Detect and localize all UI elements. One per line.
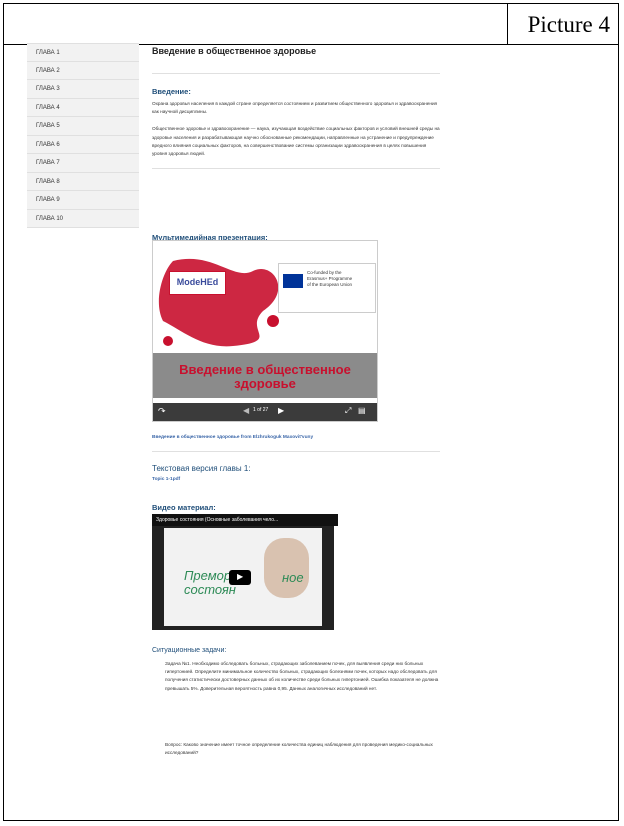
slide-caption-bar: Введение в общественное здоровье [153,353,377,398]
eu-funding-box: Co-funded by the Erasmus+ Programme of t… [278,263,376,313]
video-player[interactable]: Здоровье состояния (Основные заболевания… [152,514,338,630]
woman-image [264,538,309,598]
video-title: Здоровье состояния (Основные заболевания… [152,514,338,526]
sidebar-item-chapter-4[interactable]: ГЛАВА 4 [27,98,139,117]
sidebar-item-chapter-10[interactable]: ГЛАВА 10 [27,209,139,228]
chapter-sidebar: ГЛАВА 1 ГЛАВА 2 ГЛАВА 3 ГЛАВА 4 ГЛАВА 5 … [27,43,139,228]
next-icon[interactable]: ▶ [278,406,284,415]
slide-caption-line-1: Введение в общественное [179,362,351,377]
slide-counter: 1 of 27 [253,407,269,413]
picture-label: Picture 4 [527,12,610,37]
eu-flag-icon [283,274,303,288]
share-icon[interactable]: ↷ [158,406,166,417]
main-content: Введение в общественное здоровье Введени… [152,46,440,755]
eu-text: Co-funded by the Erasmus+ Programme of t… [307,270,352,288]
sidebar-item-chapter-3[interactable]: ГЛАВА 3 [27,80,139,99]
sidebar-item-chapter-1[interactable]: ГЛАВА 1 [27,43,139,62]
overlay-text-1: Премор [184,568,232,583]
sidebar-item-chapter-7[interactable]: ГЛАВА 7 [27,154,139,173]
divider [152,451,440,452]
header-divider [507,4,508,44]
prev-icon[interactable]: ◀ [243,406,249,415]
text-version-link[interactable]: Topic 1-1pdf [152,477,180,482]
video-heading: Видео материал: [152,503,216,512]
intro-paragraph-2: Общественное здоровье и здравоохранение … [152,126,440,157]
overlay-text-2: состоян [184,582,236,597]
sidebar-item-chapter-6[interactable]: ГЛАВА 6 [27,135,139,154]
page-title: Введение в общественное здоровье [152,46,317,56]
task-paragraph-1: Задача №1. Необходимо обследовать больны… [165,661,439,691]
header-row: Picture 4 [4,4,618,45]
sidebar-item-chapter-8[interactable]: ГЛАВА 8 [27,172,139,191]
eu-text-line-3: of the European Union [307,282,353,287]
slide-controls: ↷ ◀ 1 of 27 ▶ ⤢ ▤ [153,403,377,421]
overlay-text-3: ное [282,570,304,585]
menu-icon[interactable]: ▤ [358,406,366,415]
slide-source-link[interactable]: Введение в общественное здоровье from El… [152,435,313,440]
divider [152,168,440,170]
intro-paragraph-1: Охрана здоровья населения в каждой стран… [152,101,438,115]
slide-caption: Введение в общественное здоровье [153,363,377,391]
task-paragraph-2: Вопрос: Каково значение имеет точное опр… [165,742,433,756]
play-button[interactable]: ▶ [229,570,251,585]
modehed-logo: ModeHEd [169,271,226,295]
divider [152,73,440,74]
sidebar-item-chapter-2[interactable]: ГЛАВА 2 [27,61,139,80]
text-version-heading: Текстовая версия главы 1: [152,464,251,473]
play-icon: ▶ [237,572,244,581]
slide-top-area: ModeHEd Co-funded by the Erasmus+ Progra… [153,241,377,351]
situational-heading: Ситуационные задачи: [152,647,227,654]
video-thumbnail: Премор состоян ное ▶ [164,528,322,626]
intro-heading: Введение: [152,87,191,96]
sidebar-item-chapter-9[interactable]: ГЛАВА 9 [27,191,139,210]
slide-caption-line-2: здоровье [234,376,296,391]
sidebar-item-chapter-5[interactable]: ГЛАВА 5 [27,117,139,136]
presentation-slide[interactable]: ModeHEd Co-funded by the Erasmus+ Progra… [152,240,378,422]
fullscreen-icon[interactable]: ⤢ [345,406,351,416]
